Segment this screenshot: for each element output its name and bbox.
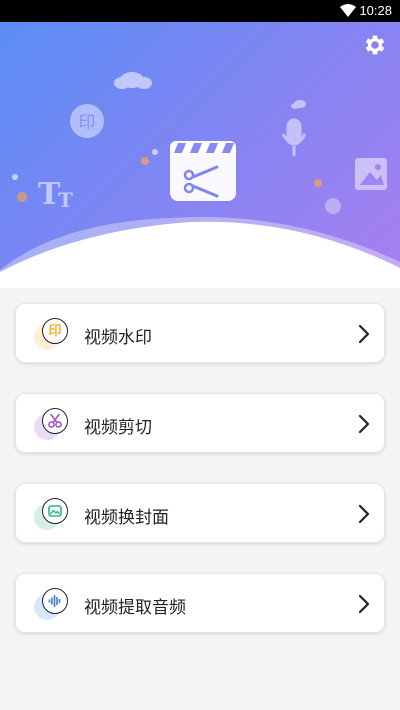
image-deco-icon	[355, 158, 387, 190]
chevron-right-icon	[358, 414, 370, 434]
video-clip-icon	[170, 141, 236, 201]
chevron-right-icon	[358, 594, 370, 614]
menu-item-label: 视频水印	[84, 328, 152, 348]
audio-wave-icon	[34, 586, 74, 626]
svg-text:T: T	[58, 188, 73, 212]
chevron-right-icon	[358, 324, 370, 344]
microphone-deco-icon	[281, 118, 307, 156]
menu-item-video-watermark[interactable]: 印 视频水印	[15, 303, 385, 363]
status-bar: 10:28	[0, 0, 400, 22]
chevron-right-icon	[358, 504, 370, 524]
wifi-icon	[340, 4, 356, 17]
header-banner: 印 T T	[0, 22, 400, 288]
status-time: 10:28	[359, 3, 392, 18]
menu-item-extract-audio[interactable]: 视频提取音频	[15, 573, 385, 633]
menu-item-label: 视频换封面	[84, 508, 169, 528]
svg-text:印: 印	[79, 113, 96, 133]
settings-gear-icon[interactable]	[362, 32, 388, 58]
menu-item-video-cover[interactable]: 视频换封面	[15, 483, 385, 543]
cloud-icon	[114, 72, 152, 89]
menu-item-label: 视频剪切	[84, 418, 152, 438]
banner-illustration: 印 T T	[0, 72, 400, 288]
menu-item-video-cut[interactable]: 视频剪切	[15, 393, 385, 453]
cover-image-icon	[34, 496, 74, 536]
text-deco-icon: T T	[38, 177, 73, 212]
watermark-icon: 印	[34, 316, 74, 356]
menu-item-label: 视频提取音频	[84, 598, 186, 618]
scissors-icon	[34, 406, 74, 446]
